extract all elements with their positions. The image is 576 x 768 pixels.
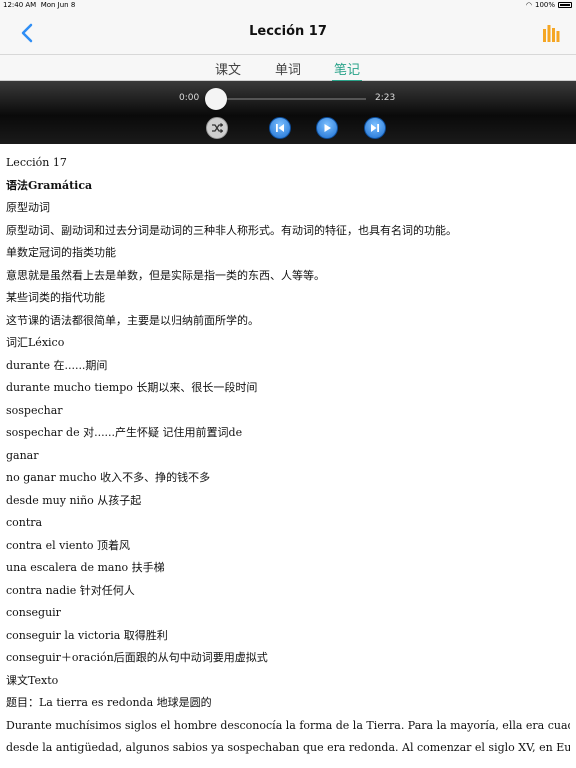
next-button[interactable] bbox=[364, 117, 386, 139]
section-heading: 语法Gramática bbox=[6, 178, 93, 192]
duration-time: 2:23 bbox=[375, 93, 396, 103]
play-icon bbox=[321, 119, 333, 138]
note-line: desde muy niño 从孩子起 bbox=[6, 493, 142, 507]
note-line: 意思就是虽然看上去是单数，但是实际是指一类的东西、人等等。 bbox=[6, 268, 325, 282]
note-line: 原型动词、副动词和过去分词是动词的三种非人称形式。有动词的特征，也具有名词的功能… bbox=[6, 223, 457, 237]
note-line: 这节课的语法都很简单，主要是以归纳前面所学的。 bbox=[6, 313, 259, 327]
note-line: 课文Texto bbox=[6, 673, 59, 687]
bar-chart-icon[interactable] bbox=[542, 23, 562, 43]
progress-slider-thumb[interactable] bbox=[205, 88, 227, 110]
note-line: conseguir bbox=[6, 606, 61, 619]
tab-text[interactable]: 课文 bbox=[215, 59, 241, 78]
note-line: Durante muchísimos siglos el hombre desc… bbox=[6, 718, 570, 732]
tab-vocabulary[interactable]: 单词 bbox=[275, 59, 301, 78]
note-line: no ganar mucho 收入不多、挣的钱不多 bbox=[6, 471, 211, 484]
note-line: conseguir＋oración后面跟的从句中动词要用虚拟式 bbox=[6, 651, 268, 664]
play-button[interactable] bbox=[316, 117, 338, 139]
wifi-icon: ◠ bbox=[525, 1, 532, 9]
note-line: desde la antigüedad, algunos sabios ya s… bbox=[6, 741, 570, 754]
battery-percent: 100% bbox=[534, 1, 555, 9]
note-line: 词汇Léxico bbox=[6, 336, 65, 349]
status-bar: 12:40 AM Mon Jun 8 ◠ 100% bbox=[0, 0, 576, 11]
note-line: sospechar de 对......产生怀疑 记住用前置词de bbox=[6, 426, 243, 439]
progress-track[interactable] bbox=[216, 98, 366, 100]
audio-player: 0:00 2:23 bbox=[0, 81, 576, 144]
previous-button[interactable] bbox=[269, 117, 291, 139]
note-line: sospechar bbox=[6, 403, 63, 417]
tab-bar: 课文 单词 笔记 bbox=[0, 55, 576, 82]
status-right: ◠ 100% bbox=[526, 1, 572, 9]
note-line: conseguir la victoria 取得胜利 bbox=[6, 628, 168, 642]
note-line: contra el viento 顶着风 bbox=[6, 538, 130, 552]
note-line: durante 在......期间 bbox=[6, 358, 108, 372]
shuffle-button[interactable] bbox=[206, 117, 228, 139]
note-line: 题目：La tierra es redonda 地球是圆的 bbox=[6, 696, 212, 709]
skip-back-icon bbox=[274, 119, 286, 138]
note-line: contra nadie 针对任何人 bbox=[6, 583, 135, 597]
shuffle-icon bbox=[211, 119, 224, 138]
note-line: contra bbox=[6, 516, 43, 529]
page-title: Lección 17 bbox=[249, 24, 327, 39]
note-line: 单数定冠词的指类功能 bbox=[6, 246, 116, 259]
note-line: una escalera de mano 扶手梯 bbox=[6, 561, 165, 574]
elapsed-time: 0:00 bbox=[179, 93, 200, 103]
note-line: durante mucho tiempo 长期以来、很长一段时间 bbox=[6, 381, 258, 394]
note-line: 某些词类的指代功能 bbox=[6, 291, 105, 304]
status-time: 12:40 AM Mon Jun 8 bbox=[3, 1, 76, 9]
note-line: ganar bbox=[6, 448, 39, 462]
skip-forward-icon bbox=[369, 119, 381, 138]
lesson-heading: Lección 17 bbox=[6, 156, 67, 169]
notes-content: Lección 17 语法Gramática 原型动词原型动词、副动词和过去分词是动… bbox=[6, 152, 570, 760]
navigation-bar: Lección 17 bbox=[0, 11, 576, 55]
tab-notes[interactable]: 笔记 bbox=[332, 59, 363, 82]
battery-icon bbox=[558, 2, 572, 8]
note-line: 原型动词 bbox=[6, 201, 50, 214]
